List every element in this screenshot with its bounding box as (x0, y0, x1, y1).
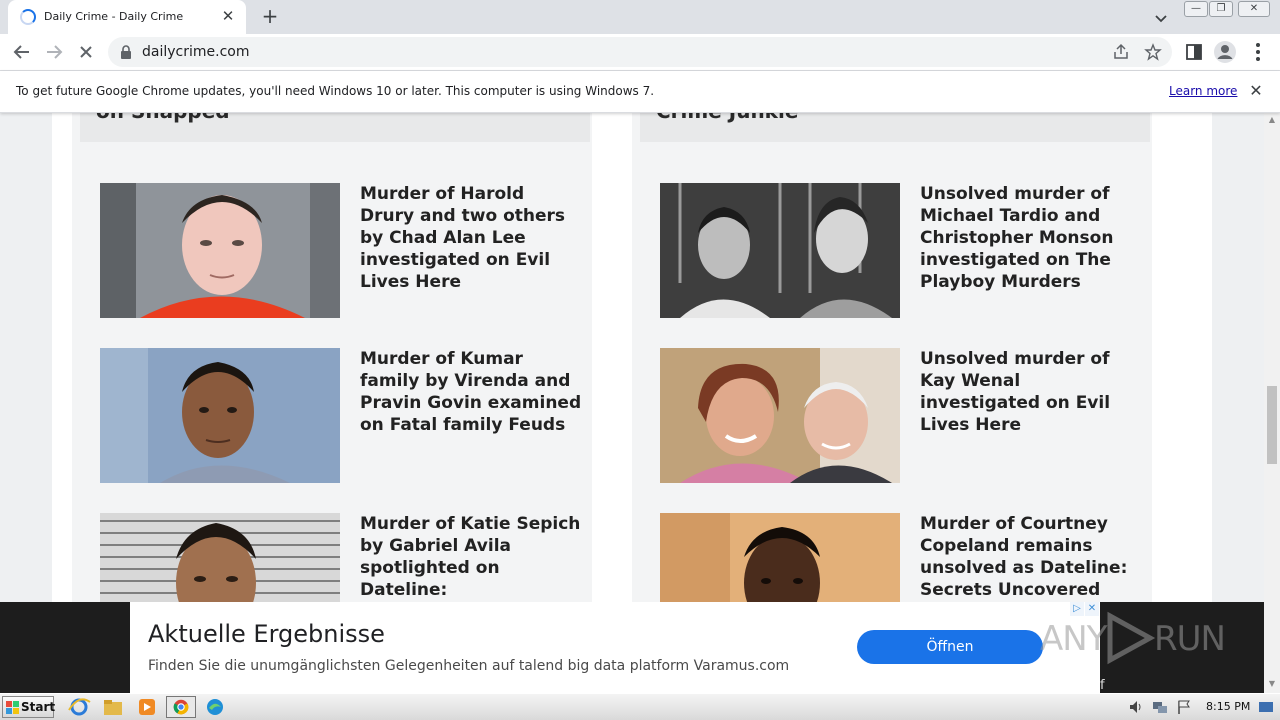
ad-description[interactable]: Finden Sie die unumgänglichsten Gelegenh… (148, 658, 789, 674)
tab-title: Daily Crime - Daily Crime (44, 10, 184, 23)
address-bar[interactable]: dailycrime.com (108, 37, 1172, 67)
article-photo-mugshot-orange[interactable] (100, 183, 340, 318)
article-card[interactable]: Unsolved murder of Michael Tardio and Ch… (660, 183, 1130, 318)
ad-content[interactable]: Aktuelle Ergebnisse Finden Sie die unumg… (130, 602, 1100, 693)
taskbar-clock[interactable]: 8:15 PM (1206, 700, 1250, 713)
browser-tab[interactable]: Daily Crime - Daily Crime ✕ (8, 0, 246, 34)
article-title[interactable]: Unsolved murder of Kay Wenal investigate… (920, 348, 1142, 436)
tab-strip: Daily Crime - Daily Crime ✕ + — ❐ ✕ (0, 0, 1280, 34)
scroll-down-arrow-icon[interactable]: ▼ (1267, 679, 1277, 689)
learn-more-link[interactable]: Learn more (1169, 84, 1237, 98)
window-close-button[interactable]: ✕ (1238, 1, 1270, 17)
infobar-close-button[interactable]: ✕ (1246, 81, 1266, 101)
anyrun-watermark-logo: ANY RUN (1040, 611, 1226, 665)
start-button[interactable]: Start (2, 696, 56, 718)
profile-avatar-icon[interactable] (1213, 40, 1237, 64)
infobar-message: To get future Google Chrome updates, you… (16, 84, 655, 98)
share-icon[interactable] (1112, 43, 1130, 61)
volume-icon[interactable] (1128, 699, 1144, 715)
left-column-header: on Snapped (80, 113, 590, 142)
svg-text:ANY: ANY (1040, 619, 1108, 659)
right-column-header: Crime Junkie (640, 113, 1150, 142)
article-photo-couple[interactable] (660, 348, 900, 483)
article-photo-mugshot-blue[interactable] (100, 348, 340, 483)
windows-taskbar: Start 8:15 PM (0, 693, 1280, 720)
start-label: Start (21, 700, 56, 714)
article-card[interactable]: Murder of Harold Drury and two others by… (100, 183, 570, 318)
svg-text:RUN: RUN (1154, 619, 1225, 659)
internet-explorer-icon[interactable] (66, 696, 92, 718)
article-title[interactable]: Unsolved murder of Michael Tardio and Ch… (920, 183, 1142, 293)
article-title[interactable]: Murder of Kumar family by Virenda and Pr… (360, 348, 582, 436)
more-menu-icon[interactable] (1246, 40, 1270, 64)
page-scrollbar[interactable]: ▲ ▼ (1264, 113, 1280, 693)
minimize-button[interactable]: — (1184, 1, 1208, 17)
media-player-icon[interactable] (134, 696, 160, 718)
network-icon[interactable] (1152, 699, 1168, 715)
url-text[interactable]: dailycrime.com (142, 44, 249, 60)
lock-icon[interactable] (120, 45, 132, 59)
loading-spinner-icon (20, 9, 36, 25)
scroll-up-arrow-icon[interactable]: ▲ (1267, 115, 1277, 125)
tab-close-button[interactable]: ✕ (218, 6, 238, 26)
ad-edge-text: f (1100, 678, 1105, 693)
tab-search-chevron-icon[interactable] (1150, 7, 1172, 29)
ad-headline[interactable]: Aktuelle Ergebnisse (148, 620, 385, 648)
action-center-flag-icon[interactable] (1176, 699, 1192, 715)
scrollbar-thumb[interactable] (1267, 386, 1277, 464)
new-tab-button[interactable]: + (258, 5, 282, 29)
right-column-heading: Crime Junkie (656, 113, 798, 123)
edge-icon[interactable] (202, 696, 228, 718)
ad-open-button[interactable]: Öffnen (857, 630, 1043, 664)
article-title[interactable]: Murder of Courtney Copeland remains unso… (920, 513, 1142, 601)
left-column-heading: on Snapped (96, 113, 230, 123)
browser-toolbar: dailycrime.com (0, 34, 1280, 71)
restore-button[interactable]: ❐ (1209, 1, 1233, 17)
update-infobar: To get future Google Chrome updates, you… (0, 71, 1280, 113)
stop-loading-icon[interactable] (74, 40, 98, 64)
chrome-icon[interactable] (166, 696, 196, 718)
article-card[interactable]: Unsolved murder of Kay Wenal investigate… (660, 348, 1130, 483)
side-panel-icon[interactable] (1182, 40, 1206, 64)
windows-flag-icon (6, 701, 19, 714)
article-photo-bw-two-men[interactable] (660, 183, 900, 318)
article-title[interactable]: Murder of Harold Drury and two others by… (360, 183, 582, 293)
show-desktop-icon[interactable] (1258, 699, 1274, 715)
back-arrow-icon[interactable] (10, 40, 34, 64)
article-card[interactable]: Murder of Kumar family by Virenda and Pr… (100, 348, 581, 483)
file-explorer-icon[interactable] (100, 696, 126, 718)
bookmark-star-icon[interactable] (1144, 43, 1162, 61)
forward-arrow-icon[interactable] (42, 40, 66, 64)
